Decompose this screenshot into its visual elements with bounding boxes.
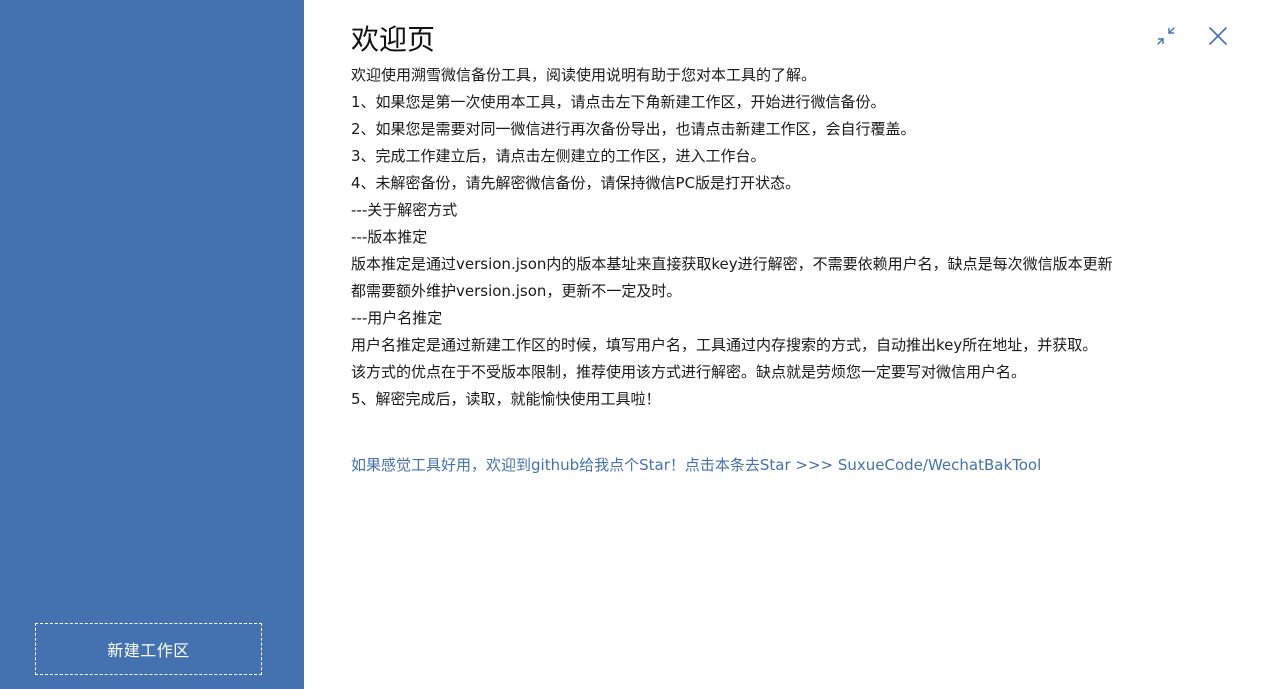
instruction-line: 用户名推定是通过新建工作区的时候，填写用户名，工具通过内存搜索的方式，自动推出k… (351, 336, 1098, 354)
instruction-line: 版本推定是通过version.json内的版本基址来直接获取key进行解密，不需… (351, 255, 1113, 273)
welcome-page: 欢迎页 欢迎使用溯雪微信备份工具，阅读使用说明有助于您对本工具的了解。 1、如果… (304, 0, 1266, 689)
instruction-line: 5、解密完成后，读取，就能愉快使用工具啦！ (351, 390, 661, 408)
shrink-button[interactable] (1152, 22, 1180, 50)
instruction-line: 欢迎使用溯雪微信备份工具，阅读使用说明有助于您对本工具的了解。 (351, 66, 817, 84)
instruction-line: ---关于解密方式 (351, 201, 458, 219)
instruction-line: 1、如果您是第一次使用本工具，请点击左下角新建工作区，开始进行微信备份。 (351, 93, 886, 111)
github-star-link[interactable]: 如果感觉工具好用，欢迎到github给我点个Star！点击本条去Star >>>… (351, 452, 1041, 479)
close-icon (1209, 27, 1227, 45)
instruction-line: 3、完成工作建立后，请点击左侧建立的工作区，进入工作台。 (351, 147, 766, 165)
instructions: 欢迎使用溯雪微信备份工具，阅读使用说明有助于您对本工具的了解。 1、如果您是第一… (351, 62, 1181, 413)
instruction-line: 4、未解密备份，请先解密微信备份，请保持微信PC版是打开状态。 (351, 174, 801, 192)
close-button[interactable] (1204, 22, 1232, 50)
new-workspace-button[interactable]: 新建工作区 (35, 623, 262, 675)
instruction-line: 2、如果您是需要对同一微信进行再次备份导出，也请点击新建工作区，会自行覆盖。 (351, 120, 916, 138)
shrink-icon (1157, 27, 1175, 45)
sidebar: 新建工作区 (0, 0, 304, 689)
instruction-line: 该方式的优点在于不受版本限制，推荐使用该方式进行解密。缺点就是劳烦您一定要写对微… (351, 363, 1027, 381)
instruction-line: ---版本推定 (351, 228, 428, 246)
instruction-line: ---用户名推定 (351, 309, 443, 327)
page-title: 欢迎页 (351, 23, 436, 56)
instruction-line: 都需要额外维护version.json，更新不一定及时。 (351, 282, 682, 300)
app-window: 新建工作区 欢迎页 欢迎使用溯雪微信备份工具，阅读使用说明有助于您对本工具的了解… (0, 0, 1266, 689)
window-controls (1152, 22, 1232, 50)
